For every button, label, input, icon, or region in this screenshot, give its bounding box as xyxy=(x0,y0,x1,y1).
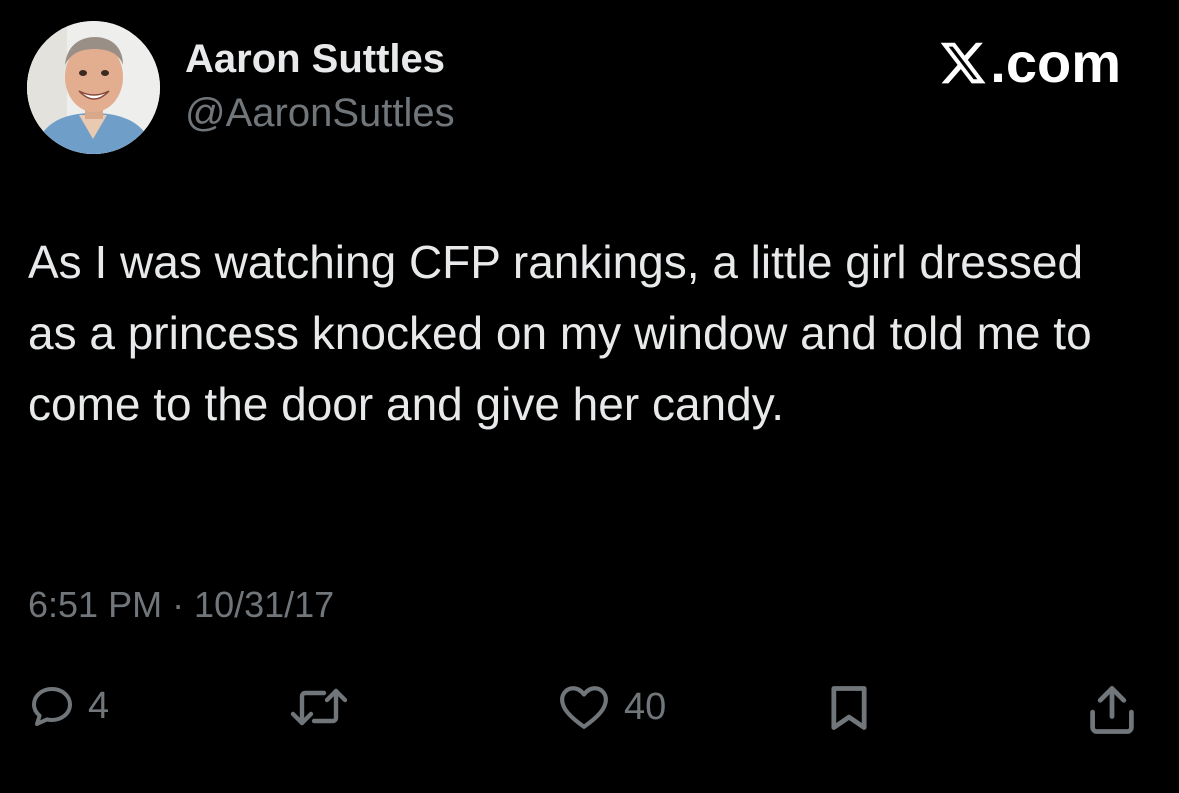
author-display-name[interactable]: Aaron Suttles xyxy=(185,37,445,82)
x-logo-icon xyxy=(940,42,986,83)
like-count: 40 xyxy=(624,685,667,728)
reply-button[interactable]: 4 xyxy=(28,682,109,730)
retweet-button[interactable] xyxy=(286,682,364,732)
heart-icon xyxy=(560,686,608,729)
brand-watermark: .com xyxy=(938,30,1121,95)
brand-suffix: .com xyxy=(990,31,1121,94)
tweet-timestamp[interactable]: 6:51 PM · 10/31/17 xyxy=(28,584,334,626)
bookmark-button[interactable] xyxy=(823,682,875,734)
share-icon xyxy=(1090,686,1134,734)
author-handle[interactable]: @AaronSuttles xyxy=(185,91,455,136)
tweet-text: As I was watching CFP rankings, a little… xyxy=(28,236,1092,430)
reply-count: 4 xyxy=(88,684,110,727)
like-button[interactable]: 40 xyxy=(556,682,666,732)
avatar[interactable] xyxy=(27,21,160,154)
share-button[interactable] xyxy=(1086,682,1138,738)
retweet-icon xyxy=(290,688,348,726)
bookmark-icon xyxy=(831,686,867,730)
reply-icon xyxy=(32,687,72,726)
avatar-photo xyxy=(27,21,160,154)
